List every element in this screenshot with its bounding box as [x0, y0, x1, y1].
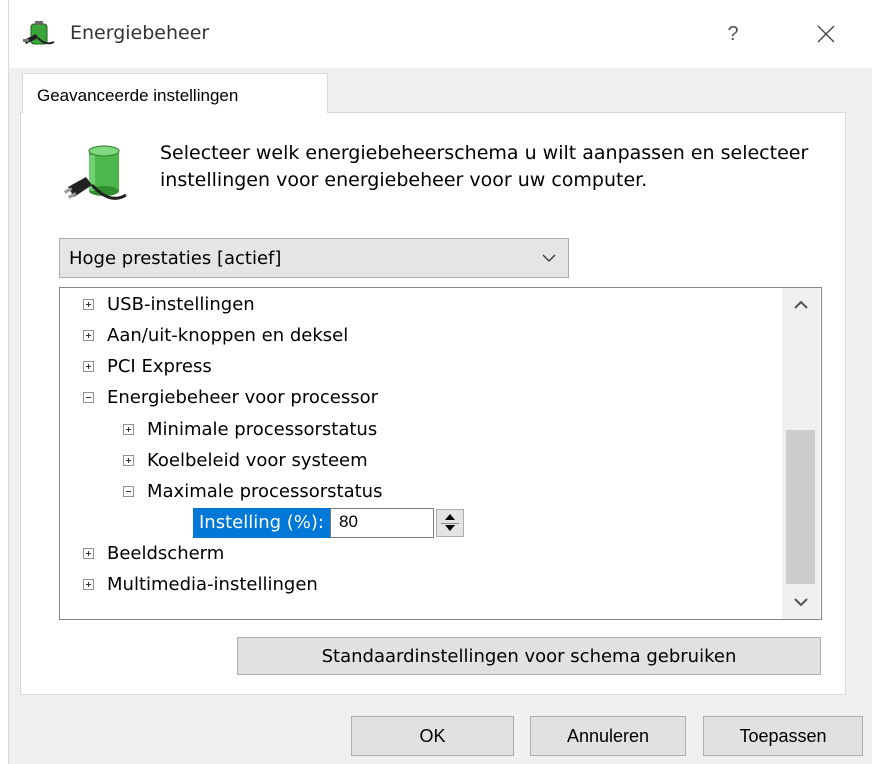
tree-scrollbar[interactable]: [782, 288, 820, 619]
expand-icon[interactable]: [123, 454, 134, 466]
expand-icon[interactable]: [83, 298, 94, 310]
tree-item-power-buttons[interactable]: Aan/uit-knoppen en deksel: [83, 320, 348, 350]
battery-plug-icon: [64, 145, 127, 200]
setting-label: Instelling (%):: [193, 508, 330, 538]
window-title: Energiebeheer: [70, 22, 210, 44]
restore-defaults-button[interactable]: Standaardinstellingen voor schema gebrui…: [237, 637, 821, 675]
tree-item-label: Beeldscherm: [107, 542, 225, 564]
spinner-divider: [441, 523, 459, 524]
scroll-thumb[interactable]: [786, 430, 815, 584]
tree-item-system-cooling-policy[interactable]: Koelbeleid voor systeem: [123, 445, 368, 475]
help-button[interactable]: ?: [710, 14, 756, 54]
tree-item-label: Koelbeleid voor systeem: [147, 449, 368, 471]
tree-item-max-processor-state[interactable]: Maximale processorstatus: [123, 476, 382, 506]
spin-up-icon[interactable]: [445, 514, 455, 520]
tree-item-label: Maximale processorstatus: [147, 480, 383, 502]
power-plan-select[interactable]: Hoge prestaties [actief]: [59, 238, 569, 278]
tab-advanced-settings[interactable]: Geavanceerde instellingen: [22, 73, 328, 113]
apply-button[interactable]: Toepassen: [703, 716, 863, 756]
tree-item-label: USB-instellingen: [107, 293, 255, 315]
collapse-icon[interactable]: [123, 485, 134, 497]
chevron-up-icon: [794, 300, 808, 309]
tree-item-processor-power[interactable]: Energiebeheer voor processor: [83, 382, 378, 412]
expand-icon[interactable]: [123, 423, 134, 435]
instructions-text: Selecteer welk energiebeheerschema u wil…: [160, 142, 809, 191]
setting-value-input[interactable]: 80: [330, 508, 434, 538]
max-processor-setting: Instelling (%): 80: [193, 508, 464, 538]
expand-icon[interactable]: [83, 329, 94, 341]
tree-item-label: Energiebeheer voor processor: [107, 386, 379, 408]
scroll-up-button[interactable]: [782, 288, 820, 322]
close-icon: [817, 25, 835, 43]
tree-item-multimedia[interactable]: Multimedia-instellingen: [83, 569, 318, 599]
ok-button[interactable]: OK: [351, 716, 514, 756]
tree-item-label: Minimale processorstatus: [147, 418, 378, 440]
chevron-down-icon: [542, 254, 556, 262]
tree-item-label: Multimedia-instellingen: [107, 573, 318, 595]
setting-spinner[interactable]: [436, 509, 464, 537]
scroll-down-button[interactable]: [782, 585, 820, 619]
expand-icon[interactable]: [83, 360, 94, 372]
close-button[interactable]: [800, 14, 852, 54]
cancel-button[interactable]: Annuleren: [530, 716, 686, 756]
tree-item-min-processor-state[interactable]: Minimale processorstatus: [123, 414, 377, 444]
power-plan-value: Hoge prestaties [actief]: [69, 248, 282, 269]
power-options-icon: [23, 21, 55, 45]
tree-item-label: PCI Express: [107, 355, 212, 377]
tree-item-label: Aan/uit-knoppen en deksel: [107, 324, 349, 346]
chevron-down-icon: [794, 598, 808, 607]
tree-item-usb[interactable]: USB-instellingen: [83, 289, 255, 319]
spin-down-icon[interactable]: [445, 525, 455, 531]
tree-item-display[interactable]: Beeldscherm: [83, 538, 224, 568]
expand-icon[interactable]: [83, 547, 94, 559]
expand-icon[interactable]: [83, 578, 94, 590]
tree-item-pci-express[interactable]: PCI Express: [83, 351, 212, 381]
collapse-icon[interactable]: [83, 391, 94, 403]
